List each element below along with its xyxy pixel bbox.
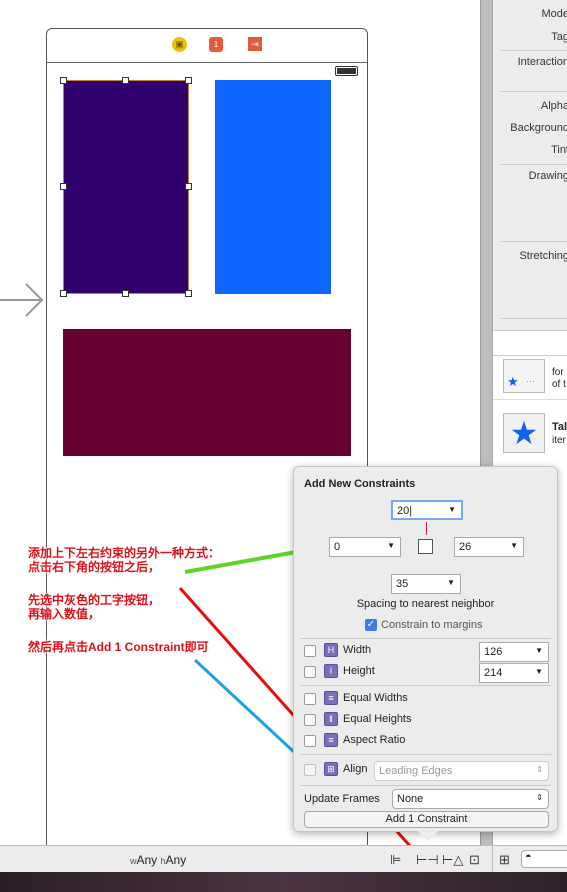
width-row[interactable]: H Width 126 ▼	[304, 642, 549, 662]
left-spacing-field[interactable]: 0 ▼	[329, 537, 401, 557]
annotation-text: 点击右下角的按钮之后，	[28, 560, 161, 574]
align-icon: ⊞	[324, 762, 338, 776]
width-field[interactable]: 126 ▼	[479, 642, 549, 662]
aspect-ratio-row[interactable]: ≡ Aspect Ratio	[304, 732, 549, 752]
height-icon: I	[324, 664, 338, 678]
equal-heights-row[interactable]: ‖ Equal Heights	[304, 711, 549, 731]
right-spacing-field[interactable]: 26 ▼	[454, 537, 524, 557]
annotation-text: 然后再点击Add 1 Constraint即可	[28, 640, 209, 654]
pin-button-icon[interactable]: ⊢⊣	[416, 852, 439, 868]
height-row[interactable]: I Height 214 ▼	[304, 663, 549, 683]
constraint-box	[418, 539, 433, 554]
equal-widths-row[interactable]: ≡ Equal Widths	[304, 690, 549, 710]
align-button-icon[interactable]: ⊫	[390, 852, 401, 868]
add-constraints-popover: Add New Constraints 20| ▼ 0 ▼ 26 ▼ 35 ▼ Spac…	[293, 466, 558, 841]
update-frames-label: Update Frames	[304, 793, 380, 805]
align-row[interactable]: ⊞ Align Leading Edges ⇕	[304, 761, 549, 781]
resolve-issues-button-icon[interactable]: ⊢△	[442, 852, 463, 868]
width-icon: H	[324, 643, 338, 657]
annotation-text: 添加上下左右约束的另外一种方式：	[28, 546, 221, 560]
height-field[interactable]: 214 ▼	[479, 663, 549, 683]
annotation-text: 先选中灰色的工字按钮，	[28, 593, 161, 607]
equal-heights-icon: ‖	[324, 712, 338, 726]
spacing-label: Spacing to nearest neighbor	[356, 598, 495, 610]
top-spacing-field[interactable]: 20| ▼	[391, 500, 463, 520]
canvas-bottom-bar: wAny hAny ⊫ ⊢⊣ ⊢△ ⊡ ⊞ ◓	[0, 845, 567, 873]
annotation-text: 再输入数值，	[28, 607, 101, 621]
grid-view-icon[interactable]: ⊞	[499, 852, 510, 868]
add-constraint-button[interactable]: Add 1 Constraint	[304, 811, 549, 828]
aspect-ratio-icon: ≡	[324, 733, 338, 747]
align-select[interactable]: Leading Edges ⇕	[374, 761, 549, 781]
desktop-background	[0, 872, 567, 892]
size-class-button[interactable]: wAny hAny	[130, 853, 186, 867]
filter-icon: ◓	[525, 851, 532, 863]
resizing-behavior-icon[interactable]: ⊡	[469, 852, 480, 868]
update-frames-select[interactable]: None ⇕	[392, 789, 549, 809]
equal-widths-icon: ≡	[324, 691, 338, 705]
filter-field[interactable]: ◓	[521, 850, 567, 868]
bottom-spacing-field[interactable]: 35 ▼	[391, 574, 461, 594]
popover-title: Add New Constraints	[304, 478, 416, 490]
top-strut-icon[interactable]	[426, 522, 427, 535]
